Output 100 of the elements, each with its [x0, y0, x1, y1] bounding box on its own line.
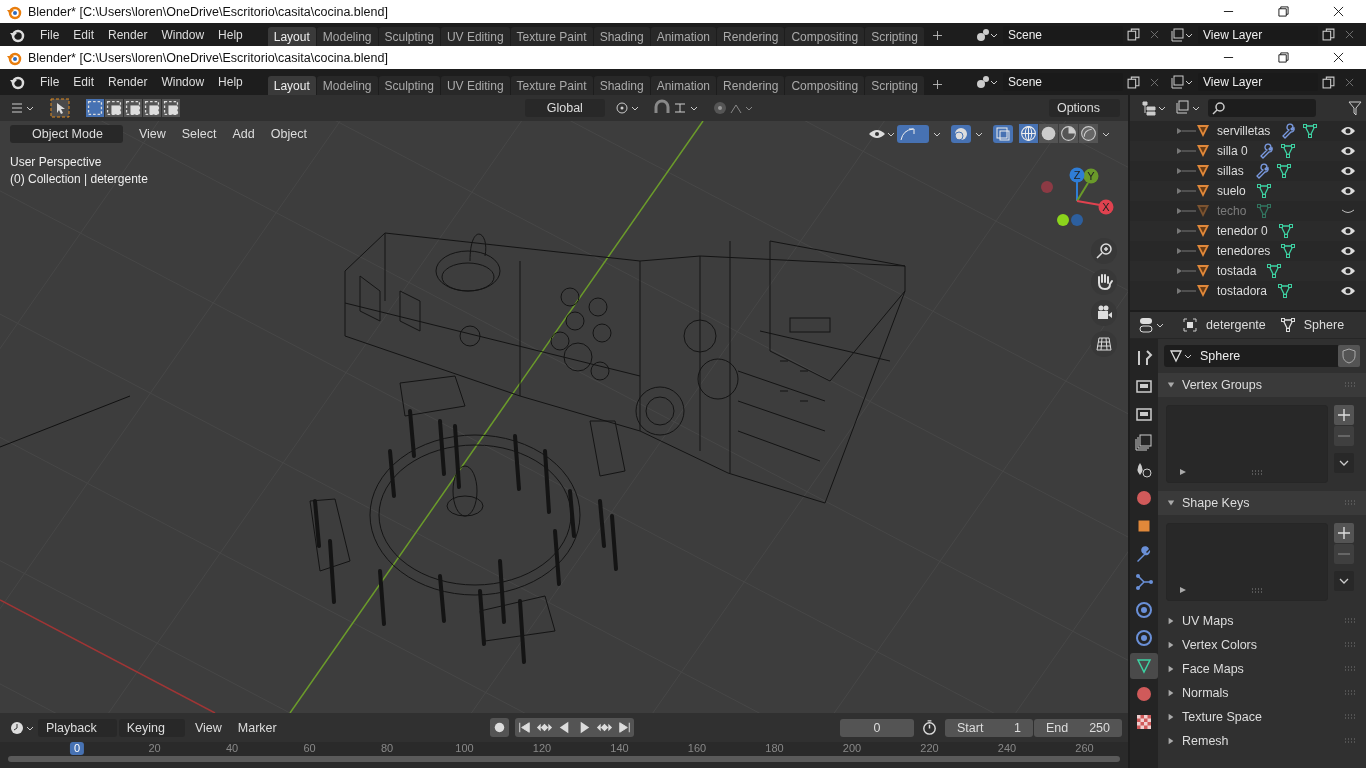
disclosure-triangle-icon[interactable] [1167, 381, 1175, 389]
menu-item[interactable]: Render [101, 75, 155, 89]
panel-header[interactable]: UV Maps [1164, 609, 1360, 633]
axis-ball-icon[interactable] [1057, 214, 1069, 226]
resize-grip-icon[interactable] [1251, 470, 1263, 476]
search-field[interactable] [1208, 99, 1316, 117]
workspace-tab[interactable]: Rendering [717, 76, 785, 95]
wrench-icon[interactable] [1280, 123, 1297, 139]
workspace-tab[interactable]: Shading [593, 76, 650, 95]
shading-mode-icon[interactable] [1019, 124, 1038, 143]
workspace-tab[interactable]: Compositing [785, 76, 865, 95]
workspace-tab[interactable]: Scripting [865, 27, 924, 46]
axis-handle[interactable]: Y [1083, 168, 1099, 184]
copy-icon[interactable] [1322, 75, 1335, 89]
menu-item[interactable]: File [33, 75, 67, 89]
expand-arrow-icon[interactable] [1176, 246, 1196, 256]
selection-mode-icon[interactable] [105, 99, 123, 117]
workspace-tab[interactable]: Scripting [865, 76, 924, 95]
mesh-datablock-field[interactable]: Sphere [1164, 345, 1338, 367]
shading-mode-icon[interactable] [1059, 124, 1078, 143]
copy-icon[interactable] [1127, 28, 1140, 41]
xray-toggle-icon[interactable] [993, 124, 1013, 143]
menu-item[interactable]: Marker [229, 720, 285, 735]
disclosure-triangle-icon[interactable] [1167, 617, 1175, 625]
transform-orientation-dropdown[interactable]: Global [524, 99, 605, 117]
copy-icon[interactable] [1127, 75, 1140, 89]
object-name[interactable]: silla 0 [1217, 144, 1248, 158]
menu-item[interactable]: File [33, 27, 67, 42]
menu-item[interactable]: Window [154, 27, 212, 42]
current-frame-field[interactable]: 0 [840, 718, 914, 737]
workspace-tab[interactable]: Shading [593, 27, 650, 46]
expand-arrow-icon[interactable] [1176, 286, 1196, 296]
object-name[interactable]: suelo [1217, 184, 1246, 198]
menu-item[interactable]: View [186, 720, 230, 735]
menu-item[interactable]: Edit [66, 27, 102, 42]
menu-item[interactable]: View [130, 126, 174, 141]
add-icon[interactable] [1334, 405, 1354, 425]
add-icon[interactable] [932, 31, 942, 40]
workspace-tab[interactable]: Texture Paint [510, 76, 593, 95]
object-name[interactable]: tostada [1217, 264, 1257, 278]
menu-item[interactable]: Add [224, 126, 263, 141]
disclosure-triangle-icon[interactable] [1167, 641, 1175, 649]
eye-icon[interactable] [1340, 145, 1356, 157]
drag-handle-icon[interactable] [1344, 714, 1356, 720]
selection-mode-icon[interactable] [86, 99, 104, 117]
scene-icon[interactable] [976, 27, 998, 42]
expand-arrow-icon[interactable] [1176, 266, 1196, 276]
maximize-icon[interactable] [1278, 6, 1289, 17]
copy-icon[interactable] [1322, 28, 1335, 41]
eye-icon[interactable] [1340, 245, 1356, 257]
drag-handle-icon[interactable] [1344, 642, 1356, 648]
panel-header[interactable]: Vertex Groups [1158, 373, 1366, 397]
mesh-triangle-icon[interactable] [1277, 223, 1294, 239]
caret-icon[interactable] [1334, 453, 1354, 473]
menu-item[interactable]: Window [154, 75, 212, 89]
overlay-toggle-icon[interactable] [951, 124, 971, 143]
menu-dropdown[interactable]: Playback [38, 718, 117, 737]
panel-header[interactable]: Face Maps [1164, 657, 1360, 681]
object-name[interactable]: tostadora [1217, 284, 1268, 298]
mesh-triangle-icon[interactable] [1279, 143, 1296, 159]
panel-header[interactable]: Normals [1164, 681, 1360, 705]
maximize-icon[interactable] [1278, 52, 1289, 63]
drag-handle-icon[interactable] [1344, 666, 1356, 672]
workspace-tab[interactable]: Sculpting [378, 27, 440, 46]
end-frame-field[interactable]: End 250 [1034, 718, 1122, 737]
options-dropdown[interactable]: Options [1048, 99, 1120, 117]
shield-icon[interactable] [1338, 345, 1360, 367]
axis-handle[interactable]: Z [1069, 167, 1085, 183]
object-name[interactable]: techo [1217, 204, 1247, 218]
add-icon[interactable] [932, 80, 942, 89]
drag-handle-icon[interactable] [1344, 500, 1356, 506]
disclosure-triangle-icon[interactable] [1167, 499, 1175, 507]
selection-mode-icon[interactable] [143, 99, 161, 117]
menu-item[interactable]: Help [211, 27, 250, 42]
menu-dropdown[interactable]: Keying [118, 718, 185, 737]
eye-icon[interactable] [1340, 125, 1356, 137]
expand-arrow-icon[interactable] [1176, 166, 1196, 176]
workspace-tab[interactable]: Texture Paint [510, 27, 593, 46]
stopwatch-icon[interactable] [920, 718, 939, 737]
disclosure-triangle-icon[interactable] [1167, 737, 1175, 745]
drag-handle-icon[interactable] [1344, 690, 1356, 696]
expand-arrow-icon[interactable] [1179, 586, 1187, 594]
workspace-tab[interactable]: Animation [650, 76, 717, 95]
object-name[interactable]: tenedores [1217, 244, 1271, 258]
expand-arrow-icon[interactable] [1176, 206, 1196, 216]
shading-mode-icon[interactable] [1039, 124, 1058, 143]
selection-mode-icon[interactable] [162, 99, 180, 117]
drag-handle-icon[interactable] [1344, 618, 1356, 624]
drag-handle-icon[interactable] [1344, 738, 1356, 744]
selection-mode-icon[interactable] [124, 99, 142, 117]
axis-handle[interactable]: X [1098, 199, 1114, 215]
start-frame-field[interactable]: Start 1 [945, 718, 1033, 737]
workspace-tab[interactable]: Compositing [785, 27, 865, 46]
expand-arrow-icon[interactable] [1176, 186, 1196, 196]
object-name[interactable]: servilletas [1217, 124, 1271, 138]
eye-icon[interactable] [1340, 225, 1356, 237]
filter-icon[interactable] [1348, 100, 1362, 116]
panel-header[interactable]: Remesh [1164, 729, 1360, 753]
add-icon[interactable] [1334, 523, 1354, 543]
expand-arrow-icon[interactable] [1176, 146, 1196, 156]
